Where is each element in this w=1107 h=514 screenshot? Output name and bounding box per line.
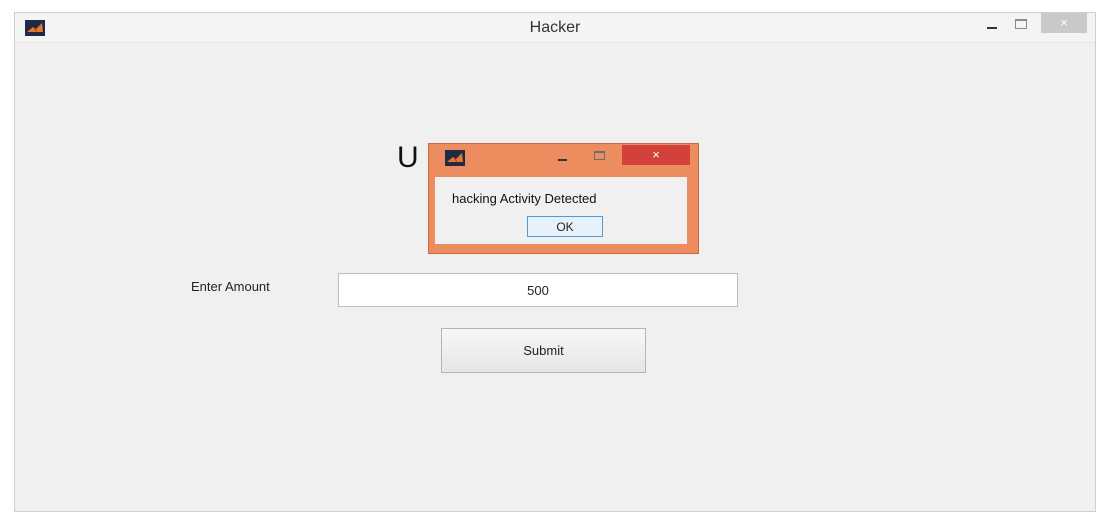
screen: Hacker × U Enter Amount Submit × hacking… bbox=[0, 0, 1107, 514]
close-icon[interactable]: × bbox=[1041, 13, 1087, 33]
partial-heading: U bbox=[397, 141, 419, 174]
maximize-icon[interactable] bbox=[1009, 13, 1033, 37]
dialog-message: hacking Activity Detected bbox=[452, 191, 597, 206]
alert-dialog: × hacking Activity Detected OK bbox=[428, 143, 699, 254]
amount-input[interactable] bbox=[338, 273, 738, 307]
dialog-body: hacking Activity Detected OK bbox=[435, 177, 687, 244]
minimize-icon[interactable] bbox=[981, 13, 1003, 37]
amount-label: Enter Amount bbox=[191, 279, 270, 294]
window-titlebar[interactable]: Hacker × bbox=[15, 13, 1095, 43]
dialog-maximize-icon[interactable] bbox=[589, 146, 609, 166]
dialog-close-icon[interactable]: × bbox=[622, 145, 690, 165]
window-title: Hacker bbox=[529, 19, 581, 36]
ok-button[interactable]: OK bbox=[527, 216, 603, 237]
matlab-icon bbox=[445, 150, 465, 166]
dialog-minimize-icon[interactable] bbox=[553, 146, 571, 168]
main-window: Hacker × U Enter Amount Submit bbox=[14, 12, 1096, 512]
submit-button[interactable]: Submit bbox=[441, 328, 646, 373]
